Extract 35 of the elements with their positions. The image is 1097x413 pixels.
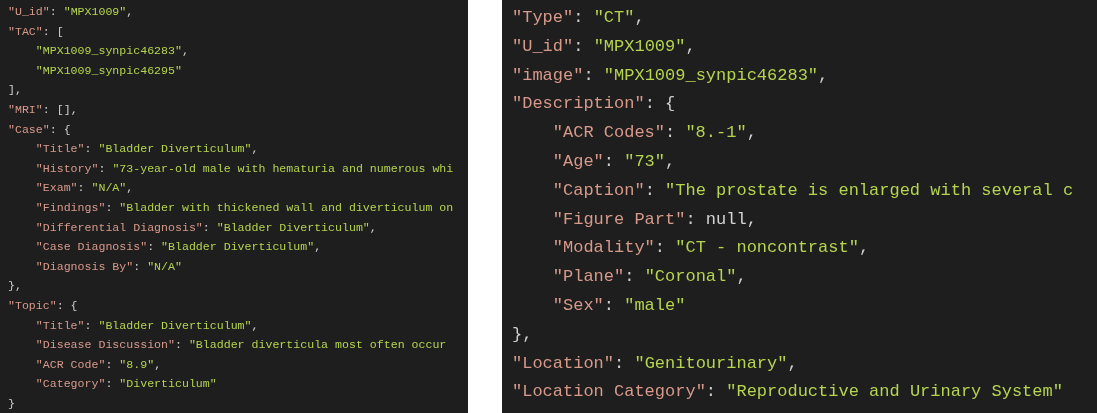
code-line: "ACR Codes": "8.-1", (552, 122, 757, 145)
code-line: "Location": "Genitourinary", (512, 352, 798, 375)
code-line: "Caption": "The prostate is enlarged with several c (552, 179, 1074, 202)
code-line: "Diagnosis By": "N/A" (35, 258, 182, 275)
code-line: "Location Category": "Reproductive and Urinary System" (512, 381, 1063, 404)
code-line: ], (8, 82, 22, 99)
code-line: "Topic": { (8, 297, 78, 314)
code-line: "MPX1009_synpic46283", (35, 43, 189, 60)
code-line: "Title": "Bladder Diverticulum", (35, 141, 259, 158)
code-line: "Case Diagnosis": "Bladder Diverticulum", (35, 239, 322, 256)
code-line: "Exam": "N/A", (35, 180, 134, 197)
code-line: "U_id": "MPX1009", (8, 4, 134, 20)
code-line: "Disease Discussion": "Bladder diverticula most often occur (35, 337, 447, 354)
code-line: "Description": { (512, 93, 676, 116)
code-line: "Figure Part": null, (552, 208, 757, 231)
code-line: "Sex": "male" (552, 294, 686, 317)
code-line: "TAC": [ (8, 23, 64, 40)
code-line: "Case": { (8, 121, 71, 138)
code-line: "Title": "Bladder Diverticulum", (35, 317, 259, 334)
code-line: } (8, 395, 15, 412)
code-line: }, (8, 278, 22, 295)
code-line: "History": "73-year-old male with hematuria and numerous whi (35, 160, 454, 177)
code-line: "Modality": "CT - noncontrast", (552, 237, 870, 260)
code-line: "Type": "CT", (512, 7, 645, 29)
code-line: "Plane": "Coronal", (552, 266, 747, 289)
code-line: "MPX1009_synpic46295" (35, 62, 182, 79)
code-line: "ACR Code": "8.9", (35, 356, 162, 373)
code-line: "image": "MPX1009_synpic46283", (512, 64, 829, 87)
code-line: }, (512, 323, 533, 346)
code-line: "Age": "73", (552, 151, 676, 173)
code-line: "Category": "Diverticulum" (35, 376, 217, 393)
code-line: "Differential Diagnosis": "Bladder Diverticulum", (35, 219, 377, 236)
code-line: "Findings": "Bladder with thickened wall and diverticulum on (35, 199, 454, 216)
code-line: "MRI": [], (8, 101, 78, 118)
code-line: "U_id": "MPX1009", (512, 35, 696, 58)
